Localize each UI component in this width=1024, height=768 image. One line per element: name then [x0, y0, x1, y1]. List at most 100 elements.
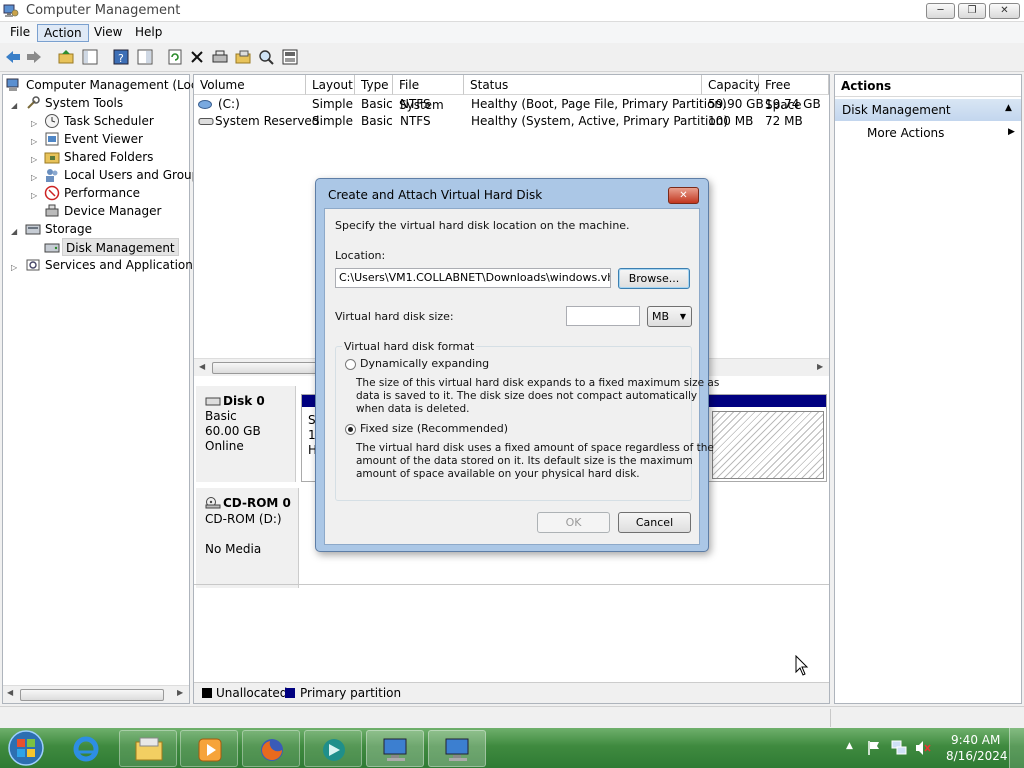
tree-storage[interactable]: Storage — [45, 220, 92, 238]
menu-help[interactable]: Help — [129, 24, 168, 42]
scroll-left-icon[interactable]: ◀ — [199, 362, 205, 371]
tree-performance[interactable]: Performance — [64, 184, 140, 202]
tree-services[interactable]: Services and Applications — [45, 256, 199, 274]
close-button[interactable]: ✕ — [989, 3, 1020, 19]
tree-task-scheduler[interactable]: Task Scheduler — [64, 112, 154, 130]
cancel-button[interactable]: Cancel — [618, 512, 691, 533]
help-icon[interactable]: ? — [112, 48, 130, 66]
scroll-left-icon[interactable]: ◀ — [7, 688, 13, 697]
computer-icon — [445, 738, 469, 761]
divider — [194, 584, 829, 585]
minimize-button[interactable]: ─ — [926, 3, 955, 19]
show-hide-tree-icon[interactable] — [81, 48, 99, 66]
tree-device-manager[interactable]: Device Manager — [64, 202, 161, 220]
actions-section-disk-management[interactable]: Disk Management ▲ — [835, 99, 1021, 121]
collapse-arrow-icon[interactable]: ◢ — [11, 102, 19, 110]
expand-arrow-icon[interactable]: ▷ — [31, 192, 39, 200]
tree-system-tools[interactable]: System Tools — [45, 94, 123, 112]
expand-arrow-icon[interactable]: ▷ — [31, 174, 39, 182]
services-icon — [26, 259, 40, 271]
ok-button[interactable]: OK — [537, 512, 610, 533]
col-volume[interactable]: Volume — [194, 75, 306, 95]
taskbar-media-player[interactable] — [180, 730, 238, 767]
more-actions-item[interactable]: More Actions ▶ — [835, 123, 1021, 143]
col-layout[interactable]: Layout — [306, 75, 355, 95]
dynamic-radio[interactable] — [345, 359, 356, 370]
action-center-flag-icon[interactable] — [867, 740, 881, 756]
disk0-info[interactable]: Disk 0 Basic 60.00 GB Online — [196, 386, 296, 482]
tree-root[interactable]: Computer Management (Local — [26, 76, 208, 94]
taskbar-computer-management-1[interactable] — [366, 730, 424, 767]
tree-local-users[interactable]: Local Users and Groups — [64, 166, 206, 184]
system-tools-icon — [27, 96, 40, 109]
scroll-thumb[interactable] — [212, 362, 322, 374]
clock-time[interactable]: 9:40 AM — [951, 733, 1000, 747]
expand-arrow-icon[interactable]: ▷ — [31, 138, 39, 146]
dynamic-desc-line1: The size of this virtual hard disk expan… — [356, 377, 720, 389]
properties-pane-icon[interactable] — [136, 48, 154, 66]
tree-horizontal-scrollbar[interactable]: ◀ ▶ — [3, 685, 189, 703]
taskbar-explorer[interactable] — [119, 730, 177, 767]
cell-volume: System Reserved — [215, 114, 320, 128]
taskbar-app[interactable] — [304, 730, 362, 767]
submenu-arrow-icon: ▶ — [1008, 127, 1015, 137]
show-hidden-icons-icon[interactable]: ▲ — [846, 741, 853, 751]
menu-view[interactable]: View — [88, 24, 128, 42]
col-file-system[interactable]: File System — [393, 75, 464, 112]
up-folder-icon[interactable] — [57, 48, 75, 66]
storage-icon — [25, 224, 41, 235]
disk-properties-icon[interactable] — [211, 48, 229, 66]
expand-arrow-icon[interactable]: ▷ — [31, 120, 39, 128]
chevron-down-icon: ▼ — [679, 312, 686, 321]
location-input[interactable]: C:\Users\VM1.COLLABNET\Downloads\windows… — [335, 268, 611, 288]
scroll-right-icon[interactable]: ▶ — [177, 688, 183, 697]
start-button[interactable] — [6, 729, 46, 767]
forward-arrow-icon[interactable] — [25, 48, 43, 66]
size-input[interactable] — [566, 306, 640, 326]
search-disk-icon[interactable] — [257, 48, 275, 66]
browse-button[interactable]: Browse... — [618, 268, 690, 289]
disk-list-icon[interactable] — [281, 48, 299, 66]
show-desktop-button[interactable] — [1009, 728, 1024, 768]
restore-button[interactable]: ❐ — [958, 3, 986, 19]
taskbar-ie[interactable] — [58, 730, 116, 767]
actions-header: Actions — [835, 75, 1021, 97]
cell-type: Basic — [361, 114, 393, 128]
table-row[interactable]: System Reserved Simple Basic NTFS Health… — [194, 113, 829, 130]
internet-explorer-icon — [73, 736, 99, 762]
back-arrow-icon[interactable] — [4, 48, 22, 66]
clock-date[interactable]: 8/16/2024 — [946, 749, 1008, 763]
taskbar-firefox[interactable] — [242, 730, 300, 767]
dynamic-label[interactable]: Dynamically expanding — [360, 357, 489, 370]
fixed-radio[interactable] — [345, 424, 356, 435]
cdrom-info[interactable]: CD-ROM 0 CD-ROM (D:) No Media — [196, 488, 299, 588]
expand-arrow-icon[interactable]: ▷ — [11, 264, 19, 272]
menu-action[interactable]: Action — [37, 24, 89, 42]
delete-icon[interactable] — [188, 48, 206, 66]
col-status[interactable]: Status — [464, 75, 702, 95]
expand-arrow-icon[interactable]: ▷ — [31, 156, 39, 164]
tree-disk-management[interactable]: Disk Management — [62, 238, 179, 256]
table-row[interactable]: (C:) Simple Basic NTFS Healthy (Boot, Pa… — [194, 96, 829, 113]
tree-event-viewer[interactable]: Event Viewer — [64, 130, 143, 148]
firefox-icon — [261, 739, 283, 761]
taskbar-computer-management-2[interactable] — [428, 730, 486, 767]
volume-muted-icon[interactable] — [915, 740, 931, 756]
network-icon[interactable] — [891, 740, 907, 756]
unallocated-space[interactable] — [712, 411, 824, 479]
scroll-right-icon[interactable]: ▶ — [817, 362, 823, 371]
menu-file[interactable]: File — [4, 24, 36, 42]
collapse-arrow-icon[interactable]: ◢ — [11, 228, 19, 236]
collapse-up-icon[interactable]: ▲ — [1005, 103, 1012, 113]
computer-management-icon — [3, 4, 19, 17]
col-free-space[interactable]: Free Space — [759, 75, 829, 112]
refresh-icon[interactable] — [166, 48, 184, 66]
size-unit-select[interactable]: MB ▼ — [647, 306, 692, 327]
col-type[interactable]: Type — [355, 75, 393, 95]
open-folder-icon[interactable] — [234, 48, 252, 66]
col-capacity[interactable]: Capacity — [702, 75, 760, 95]
fixed-label[interactable]: Fixed size (Recommended) — [360, 422, 508, 435]
dialog-close-button[interactable]: ✕ — [668, 187, 699, 204]
scroll-thumb[interactable] — [20, 689, 164, 701]
tree-shared-folders[interactable]: Shared Folders — [64, 148, 153, 166]
